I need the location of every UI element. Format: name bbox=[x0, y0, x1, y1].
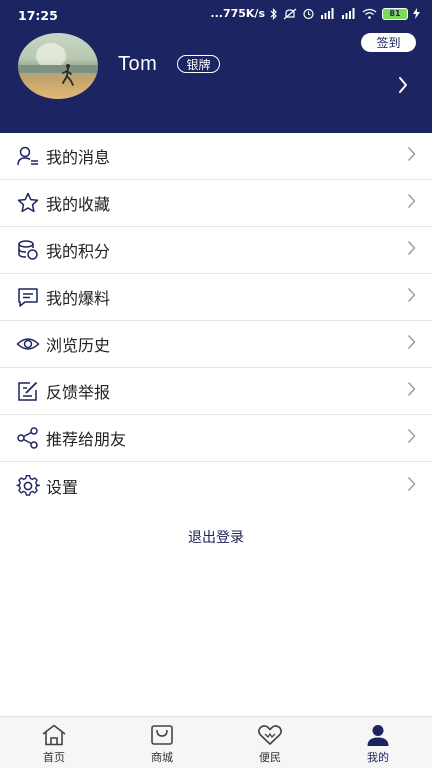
username: Tom bbox=[118, 53, 158, 75]
menu-item-points[interactable]: 我的积分 bbox=[0, 227, 432, 274]
chevron-right-icon bbox=[407, 476, 416, 496]
chevron-right-icon bbox=[407, 381, 416, 401]
edit-icon bbox=[16, 379, 40, 403]
star-icon bbox=[16, 191, 40, 215]
user-list-icon bbox=[16, 144, 40, 168]
level-badge: 银牌 bbox=[177, 55, 220, 73]
menu-item-settings[interactable]: 设置 bbox=[0, 462, 432, 509]
chevron-right-icon bbox=[407, 146, 416, 166]
nav-item-home[interactable]: 首页 bbox=[0, 717, 108, 768]
menu-item-share[interactable]: 推荐给朋友 bbox=[0, 415, 432, 462]
menu-item-label: 我的消息 bbox=[46, 148, 111, 167]
chevron-right-icon bbox=[407, 428, 416, 448]
gear-icon bbox=[16, 474, 40, 498]
profile-chevron-right-icon[interactable] bbox=[398, 76, 408, 98]
menu-item-label: 浏览历史 bbox=[46, 336, 111, 355]
nav-label: 商城 bbox=[151, 751, 173, 764]
nav-label: 我的 bbox=[367, 751, 389, 764]
checkin-button[interactable]: 签到 bbox=[361, 33, 416, 52]
nav-label: 首页 bbox=[43, 751, 65, 764]
chevron-right-icon bbox=[407, 193, 416, 213]
menu-item-label: 设置 bbox=[46, 477, 79, 497]
chevron-right-icon bbox=[407, 287, 416, 307]
chat-icon bbox=[16, 285, 40, 309]
home-icon bbox=[41, 723, 67, 747]
profile-header: 17:25 ...775K/s 81 Tom 银牌 签到 bbox=[0, 0, 432, 133]
menu-item-favorites[interactable]: 我的收藏 bbox=[0, 180, 432, 227]
menu-item-label: 我的积分 bbox=[46, 242, 111, 261]
signal-icon-2 bbox=[341, 8, 357, 19]
silent-icon bbox=[283, 8, 297, 20]
status-time: 17:25 bbox=[18, 8, 58, 23]
nav-label: 便民 bbox=[259, 751, 281, 764]
heart-icon bbox=[257, 723, 283, 747]
alarm-icon bbox=[302, 7, 315, 20]
share-icon bbox=[16, 426, 40, 450]
nav-item-mall[interactable]: 商城 bbox=[108, 717, 216, 768]
status-icons: ...775K/s 81 bbox=[210, 7, 420, 20]
shopping-bag-icon bbox=[150, 723, 174, 747]
nav-item-convenience[interactable]: 便民 bbox=[216, 717, 324, 768]
avatar[interactable] bbox=[18, 33, 98, 99]
network-speed: ...775K/s bbox=[210, 7, 265, 20]
menu-item-label: 反馈举报 bbox=[46, 383, 111, 402]
signal-icon bbox=[320, 8, 336, 19]
chevron-right-icon bbox=[407, 334, 416, 354]
menu-item-label: 推荐给朋友 bbox=[46, 430, 127, 449]
avatar-sea bbox=[18, 65, 98, 73]
eye-icon bbox=[16, 332, 40, 356]
menu-item-history[interactable]: 浏览历史 bbox=[0, 321, 432, 368]
chevron-right-icon bbox=[407, 240, 416, 260]
logout-button[interactable]: 退出登录 bbox=[0, 527, 432, 547]
bluetooth-icon bbox=[270, 7, 278, 20]
menu-item-label: 我的爆料 bbox=[46, 289, 111, 308]
menu-item-label: 我的收藏 bbox=[46, 195, 111, 214]
coins-icon bbox=[16, 238, 40, 262]
menu-list: 我的消息 我的收藏 我的积分 我的爆料 浏览历史 反馈举报 推荐给朋友 设置 bbox=[0, 133, 432, 509]
runner-figure bbox=[62, 64, 74, 86]
battery-icon: 81 bbox=[382, 7, 408, 20]
bottom-nav: 首页 商城 便民 我的 bbox=[0, 716, 432, 768]
wifi-icon bbox=[362, 8, 377, 19]
status-bar: 17:25 ...775K/s 81 bbox=[0, 0, 432, 30]
menu-item-messages[interactable]: 我的消息 bbox=[0, 133, 432, 180]
menu-item-reports[interactable]: 我的爆料 bbox=[0, 274, 432, 321]
person-icon bbox=[366, 723, 390, 747]
charging-icon bbox=[413, 8, 420, 19]
nav-item-mine[interactable]: 我的 bbox=[324, 717, 432, 768]
menu-item-feedback[interactable]: 反馈举报 bbox=[0, 368, 432, 415]
